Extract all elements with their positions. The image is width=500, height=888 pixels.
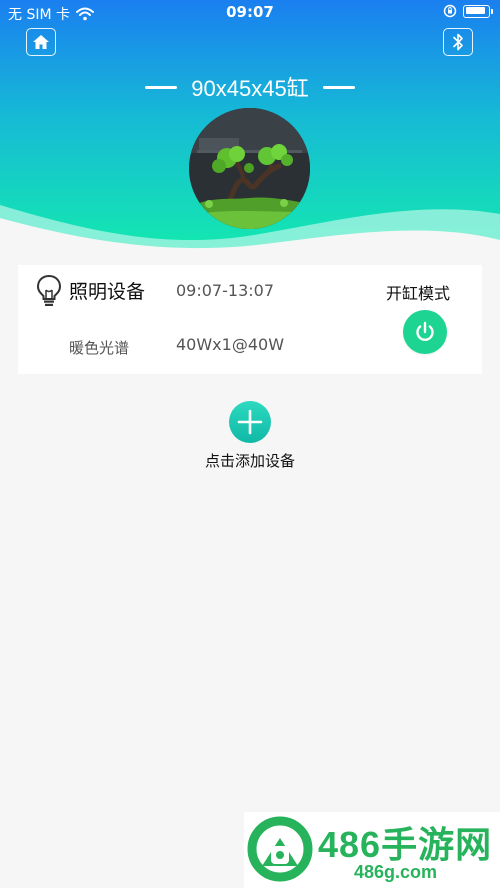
device-power-spec: 40Wx1@40W: [176, 335, 285, 354]
watermark-title: 486手游网: [318, 824, 493, 865]
bluetooth-icon: [453, 33, 463, 51]
watermark: 486手游网 486g.com: [244, 812, 500, 888]
tank-photo[interactable]: [189, 108, 310, 229]
lightbulb-icon: [36, 274, 62, 306]
mode-label: 开缸模式: [386, 284, 451, 303]
header: 无 SIM 卡 09:07 90x45x45缸: [0, 0, 500, 255]
status-right-group: [443, 4, 493, 18]
power-icon: [416, 321, 434, 341]
status-bar: 无 SIM 卡 09:07: [0, 0, 500, 26]
title-right-line: [322, 85, 355, 89]
battery-icon: [463, 4, 493, 18]
device-schedule: 09:07-13:07: [176, 281, 274, 300]
home-icon: [33, 35, 49, 49]
tank-title-row: 90x45x45缸: [0, 72, 500, 102]
add-device-label[interactable]: 点击添加设备: [0, 450, 500, 471]
aquascape-image: [189, 108, 310, 229]
orientation-lock-icon: [443, 4, 457, 18]
home-button[interactable]: [26, 28, 56, 56]
plus-icon: [237, 409, 263, 435]
watermark-domain: 486g.com: [354, 862, 438, 882]
title-left-line: [145, 85, 178, 89]
device-name: 照明设备: [69, 281, 146, 303]
device-spectrum: 暖色光谱: [69, 339, 130, 357]
power-toggle-button[interactable]: [403, 310, 447, 354]
device-card[interactable]: 照明设备 09:07-13:07 暖色光谱 40Wx1@40W 开缸模式: [18, 265, 482, 374]
watermark-logo-icon: [247, 816, 313, 882]
tank-title: 90x45x45缸: [191, 76, 309, 101]
add-device-button[interactable]: [229, 401, 271, 443]
bluetooth-button[interactable]: [443, 28, 473, 56]
status-time: 09:07: [226, 3, 274, 21]
